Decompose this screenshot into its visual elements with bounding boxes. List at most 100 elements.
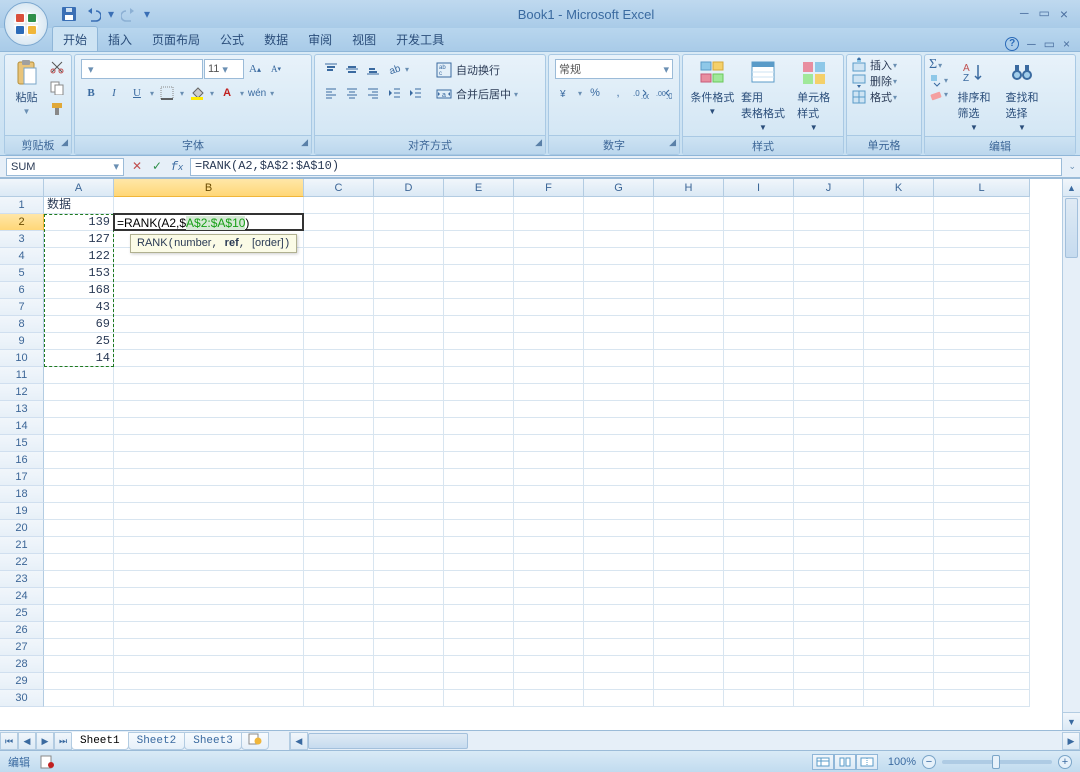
cell-J10[interactable] [794,350,864,367]
row-header-17[interactable]: 17 [0,469,44,486]
cell-F19[interactable] [514,503,584,520]
redo-button[interactable] [118,3,140,25]
cell-C23[interactable] [304,571,374,588]
row-header-6[interactable]: 6 [0,282,44,299]
cell-I5[interactable] [724,265,794,282]
cell-D19[interactable] [374,503,444,520]
cell-H23[interactable] [654,571,724,588]
cell-I9[interactable] [724,333,794,350]
cell-J7[interactable] [794,299,864,316]
cell-C19[interactable] [304,503,374,520]
cell-H9[interactable] [654,333,724,350]
cell-H22[interactable] [654,554,724,571]
cell-G26[interactable] [584,622,654,639]
cell-L5[interactable] [934,265,1030,282]
cell-L9[interactable] [934,333,1030,350]
column-header-B[interactable]: B [114,179,304,197]
autosum-button[interactable]: Σ▾ [929,57,948,73]
cell-L24[interactable] [934,588,1030,605]
cell-A13[interactable] [44,401,114,418]
cell-C29[interactable] [304,673,374,690]
cut-button[interactable] [47,57,67,77]
enter-formula-button[interactable]: ✓ [148,159,166,174]
cell-E1[interactable] [444,197,514,214]
cell-C17[interactable] [304,469,374,486]
cells-area[interactable]: 数据13912712215316843692514 [44,197,1062,730]
name-box[interactable]: SUM▾ [6,158,124,176]
cell-E12[interactable] [444,384,514,401]
zoom-out-button[interactable]: − [922,755,936,769]
cell-F18[interactable] [514,486,584,503]
font-launcher[interactable]: ◢ [301,137,308,148]
sheet-tab-2[interactable]: Sheet2 [128,732,186,750]
underline-button[interactable]: U [127,83,147,103]
cell-C27[interactable] [304,639,374,656]
cell-I8[interactable] [724,316,794,333]
cell-D7[interactable] [374,299,444,316]
cell-J18[interactable] [794,486,864,503]
cell-G12[interactable] [584,384,654,401]
cell-G16[interactable] [584,452,654,469]
hscroll-thumb[interactable] [308,733,468,749]
cell-I28[interactable] [724,656,794,673]
cell-I16[interactable] [724,452,794,469]
select-all-corner[interactable] [0,179,44,197]
cell-F30[interactable] [514,690,584,707]
cell-F5[interactable] [514,265,584,282]
cell-L26[interactable] [934,622,1030,639]
cell-D1[interactable] [374,197,444,214]
cell-L10[interactable] [934,350,1030,367]
cell-G23[interactable] [584,571,654,588]
cell-F2[interactable] [514,214,584,231]
cell-F17[interactable] [514,469,584,486]
cell-F9[interactable] [514,333,584,350]
minimize-button[interactable]: ─ [1020,6,1029,22]
cell-H24[interactable] [654,588,724,605]
cell-C6[interactable] [304,282,374,299]
paste-button[interactable]: 粘贴 ▼ [9,57,44,118]
cell-I18[interactable] [724,486,794,503]
cell-K22[interactable] [864,554,934,571]
row-header-28[interactable]: 28 [0,656,44,673]
cell-G1[interactable] [584,197,654,214]
new-sheet-button[interactable] [241,732,269,750]
cell-E22[interactable] [444,554,514,571]
cell-A30[interactable] [44,690,114,707]
tab-formulas[interactable]: 公式 [210,27,254,51]
cell-L8[interactable] [934,316,1030,333]
column-header-J[interactable]: J [794,179,864,197]
cell-K3[interactable] [864,231,934,248]
cell-D4[interactable] [374,248,444,265]
cell-J12[interactable] [794,384,864,401]
currency-button[interactable]: ¥ [555,83,575,103]
cell-E16[interactable] [444,452,514,469]
macro-record-icon[interactable] [40,755,56,769]
cell-D18[interactable] [374,486,444,503]
cell-C7[interactable] [304,299,374,316]
cell-B13[interactable] [114,401,304,418]
cell-F20[interactable] [514,520,584,537]
cell-I29[interactable] [724,673,794,690]
row-header-23[interactable]: 23 [0,571,44,588]
cell-H13[interactable] [654,401,724,418]
cell-B14[interactable] [114,418,304,435]
number-format-combo[interactable]: 常规▾ [555,59,673,79]
row-header-14[interactable]: 14 [0,418,44,435]
cell-J19[interactable] [794,503,864,520]
cell-B30[interactable] [114,690,304,707]
cell-K8[interactable] [864,316,934,333]
cell-F13[interactable] [514,401,584,418]
cell-H8[interactable] [654,316,724,333]
cell-K27[interactable] [864,639,934,656]
column-header-A[interactable]: A [44,179,114,197]
cell-K15[interactable] [864,435,934,452]
cell-L11[interactable] [934,367,1030,384]
row-header-29[interactable]: 29 [0,673,44,690]
cell-G20[interactable] [584,520,654,537]
fx-button[interactable]: fx [168,160,186,174]
cell-B16[interactable] [114,452,304,469]
cell-K30[interactable] [864,690,934,707]
cell-C11[interactable] [304,367,374,384]
row-header-10[interactable]: 10 [0,350,44,367]
cell-D12[interactable] [374,384,444,401]
